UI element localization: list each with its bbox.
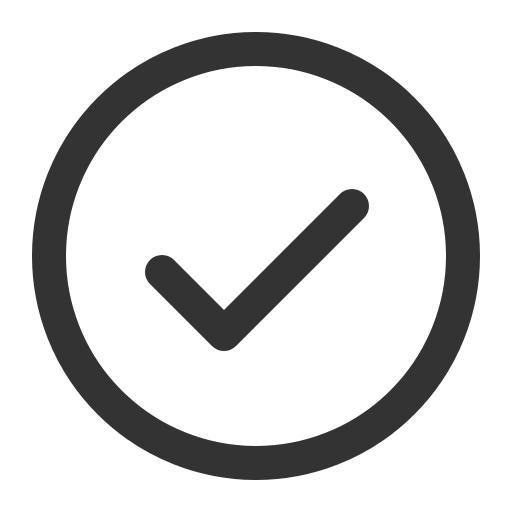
icon-canvas xyxy=(0,0,512,512)
checkmark-stroke xyxy=(145,189,369,351)
circle-outline xyxy=(32,32,480,480)
check-circle-icon xyxy=(32,32,480,480)
